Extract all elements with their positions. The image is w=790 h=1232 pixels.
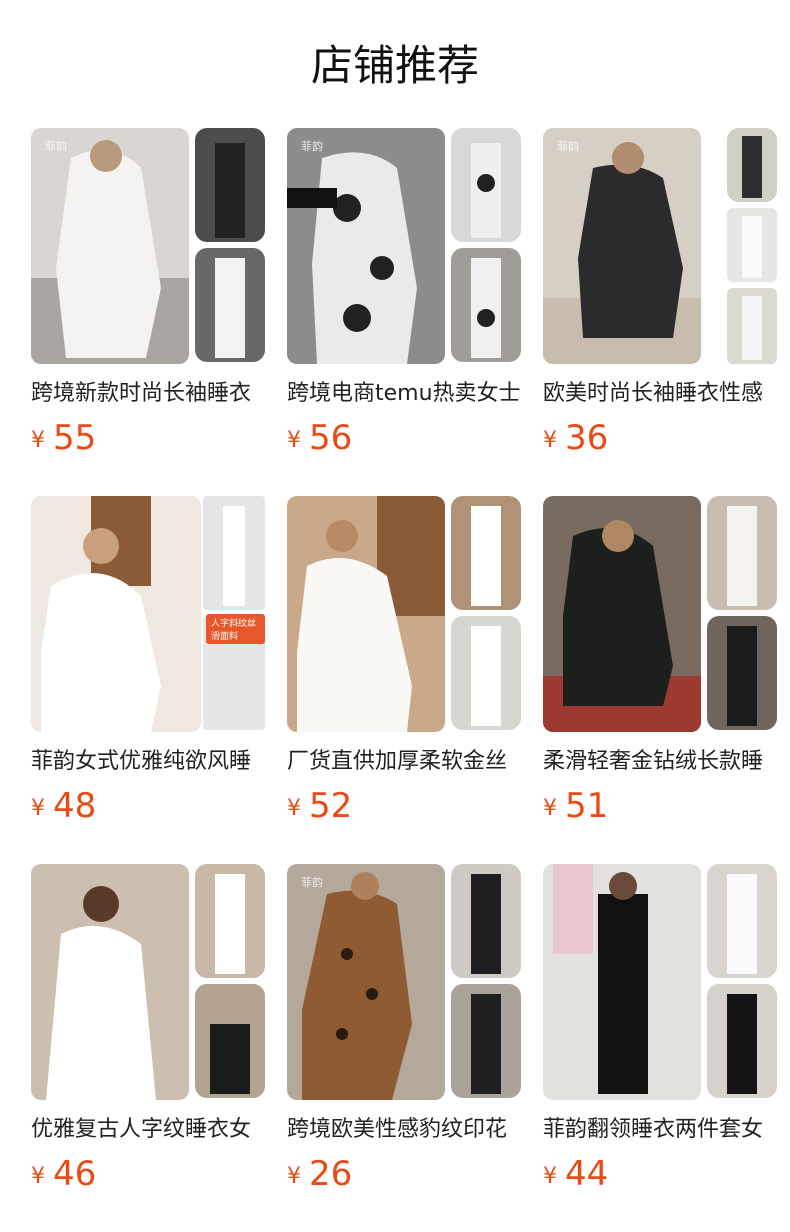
product-thumb-2[interactable] — [707, 616, 777, 730]
product-thumb-2[interactable] — [451, 984, 521, 1098]
product-grid: 菲韵 跨境新款时尚长袖睡衣 ¥55 菲韵 跨境电商temu热卖女士 ¥ 56 菲… — [0, 0, 790, 1232]
price-amount: 44 — [565, 1154, 609, 1194]
product-thumb-1[interactable] — [451, 496, 521, 610]
currency-symbol: ¥ — [543, 796, 557, 821]
product-main-image[interactable]: 菲韵 — [543, 128, 701, 364]
product-image-group[interactable] — [287, 496, 521, 732]
product-name[interactable]: 跨境电商temu热卖女士 — [287, 378, 523, 410]
product-name[interactable]: 跨境新款时尚长袖睡衣 — [31, 378, 267, 410]
product-main-image[interactable] — [543, 496, 701, 732]
product-price: ¥46 — [31, 1152, 96, 1202]
product-thumb-2[interactable] — [727, 208, 777, 282]
price-amount: 36 — [565, 418, 609, 458]
product-name[interactable]: 跨境欧美性感豹纹印花 — [287, 1114, 523, 1146]
product-thumb-1[interactable] — [707, 496, 777, 610]
product-thumb-3[interactable] — [727, 288, 777, 364]
product-main-image[interactable] — [543, 864, 701, 1100]
product-thumb-1[interactable] — [195, 864, 265, 978]
product-thumb-1[interactable] — [451, 128, 521, 242]
product-thumb-2[interactable] — [707, 984, 777, 1098]
currency-symbol: ¥ — [287, 1164, 301, 1189]
product-image-group[interactable]: 菲韵 — [287, 864, 521, 1100]
product-name[interactable]: 优雅复古人字纹睡衣女 — [31, 1114, 267, 1146]
product-main-image[interactable] — [31, 496, 201, 732]
currency-symbol: ¥ — [31, 1164, 45, 1189]
product-image-group[interactable]: 人字斜纹丝滑面料 — [31, 496, 265, 732]
product-main-image[interactable]: 菲韵 — [287, 128, 445, 364]
product-main-image[interactable] — [287, 496, 445, 732]
product-price: ¥44 — [543, 1152, 608, 1202]
price-amount: 26 — [309, 1154, 353, 1194]
product-image-group[interactable] — [31, 864, 265, 1100]
price-amount: 52 — [309, 786, 353, 826]
product-price: ¥55 — [31, 416, 96, 466]
product-thumb-1[interactable] — [707, 864, 777, 978]
product-thumb-2[interactable] — [451, 248, 521, 362]
currency-symbol: ¥ — [31, 796, 45, 821]
product-thumb-1[interactable] — [195, 128, 265, 242]
product-main-image[interactable]: 菲韵 — [287, 864, 445, 1100]
price-amount: 51 — [565, 786, 609, 826]
product-thumb-1[interactable] — [451, 864, 521, 978]
product-price: ¥52 — [287, 784, 352, 834]
brand-watermark: 菲韵 — [301, 876, 323, 889]
product-image-group[interactable]: 菲韵 — [31, 128, 265, 364]
brand-watermark: 菲韵 — [557, 140, 579, 153]
product-price: ¥48 — [31, 784, 96, 834]
product-thumb-2[interactable] — [195, 984, 265, 1098]
product-thumb-2[interactable] — [451, 616, 521, 730]
product-image-group[interactable]: 菲韵 — [543, 128, 777, 364]
product-price: ¥26 — [287, 1152, 352, 1202]
product-main-image[interactable]: 菲韵 — [31, 128, 189, 364]
product-name[interactable]: 厂货直供加厚柔软金丝 — [287, 746, 523, 778]
currency-symbol: ¥ — [287, 428, 301, 453]
price-amount: 55 — [53, 418, 97, 458]
brand-watermark: 菲韵 — [301, 140, 323, 153]
currency-symbol: ¥ — [31, 428, 45, 453]
currency-symbol: ¥ — [287, 796, 301, 821]
product-main-image[interactable] — [31, 864, 189, 1100]
product-price: ¥56 — [287, 416, 352, 466]
product-thumb-2[interactable] — [195, 248, 265, 362]
currency-symbol: ¥ — [543, 1164, 557, 1189]
price-amount: 48 — [53, 786, 97, 826]
product-image-group[interactable] — [543, 496, 777, 732]
fabric-tag: 人字斜纹丝滑面料 — [206, 614, 265, 644]
product-price: ¥51 — [543, 784, 608, 834]
price-amount: 46 — [53, 1154, 97, 1194]
product-thumb-1[interactable] — [727, 128, 777, 202]
product-name[interactable]: 菲韵翻领睡衣两件套女 — [543, 1114, 779, 1146]
product-image-group[interactable] — [543, 864, 777, 1100]
product-thumb-1[interactable] — [203, 496, 265, 610]
product-image-group[interactable]: 菲韵 — [287, 128, 521, 364]
currency-symbol: ¥ — [543, 428, 557, 453]
product-price: ¥36 — [543, 416, 608, 466]
brand-watermark: 菲韵 — [45, 140, 67, 153]
price-amount: 56 — [309, 418, 353, 458]
product-name[interactable]: 柔滑轻奢金钻绒长款睡 — [543, 746, 779, 778]
product-name[interactable]: 菲韵女式优雅纯欲风睡 — [31, 746, 267, 778]
product-name[interactable]: 欧美时尚长袖睡衣性感 — [543, 378, 779, 410]
